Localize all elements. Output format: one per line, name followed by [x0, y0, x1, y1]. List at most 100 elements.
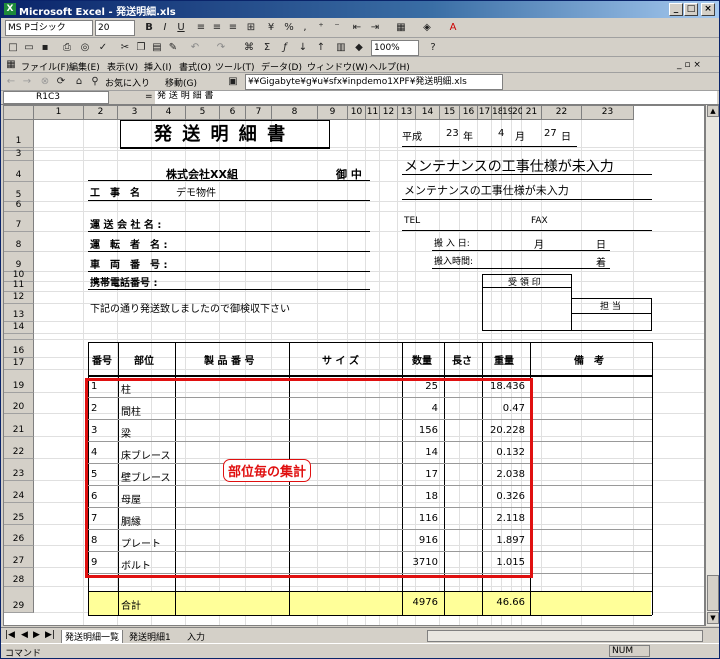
open-icon[interactable]: ▭	[21, 40, 37, 56]
decrease-indent-icon[interactable]: ⇤	[349, 20, 365, 36]
menu-help[interactable]: ヘルプ(H)	[369, 60, 410, 73]
menu-window[interactable]: ウィンドウ(W)	[307, 60, 368, 73]
borders-icon[interactable]: ▦	[393, 20, 409, 36]
decrease-decimal-icon[interactable]: ⁻	[329, 20, 345, 36]
spelling-icon[interactable]: ✓	[95, 40, 111, 56]
col-header-1[interactable]: 1	[34, 106, 84, 120]
col-header-5[interactable]: 5	[186, 106, 220, 120]
fill-color-icon[interactable]: ◈	[419, 20, 435, 36]
help-icon[interactable]: ?	[425, 40, 441, 56]
tab-scroll-last-icon[interactable]: ▶|	[45, 630, 55, 640]
tab-scroll-first-icon[interactable]: |◀	[5, 630, 15, 640]
row-header-7[interactable]: 7	[4, 212, 34, 232]
col-header-18[interactable]: 18	[492, 106, 503, 120]
comma-button[interactable]: ,	[297, 20, 313, 36]
scroll-up-icon[interactable]: ▲	[707, 105, 719, 117]
col-header-14[interactable]: 14	[416, 106, 440, 120]
font-color-icon[interactable]: A	[445, 20, 461, 36]
print-icon[interactable]: ⎙	[59, 40, 75, 56]
col-header-22[interactable]: 22	[542, 106, 582, 120]
col-header-4[interactable]: 4	[152, 106, 186, 120]
menu-tools[interactable]: ツール(T)	[215, 60, 255, 73]
doc-window-controls[interactable]: _ ▫ ×	[677, 60, 701, 70]
minimize-button[interactable]: _	[669, 3, 683, 16]
col-header-17[interactable]: 17	[478, 106, 492, 120]
row-header-8[interactable]: 8	[4, 232, 34, 252]
row-header-16[interactable]: 16	[4, 340, 34, 358]
col-header-20[interactable]: 20	[512, 106, 523, 120]
font-name-select[interactable]: MS Pゴシック	[5, 20, 93, 36]
drawing-icon[interactable]: ◆	[351, 40, 367, 56]
formula-input[interactable]: 発 送 明 細 書	[155, 91, 717, 104]
row-header-19[interactable]: 19	[4, 370, 34, 393]
row-header-12[interactable]: 12	[4, 292, 34, 304]
zoom-select[interactable]: 100%	[371, 40, 419, 56]
row-header-5[interactable]: 5	[4, 182, 34, 202]
col-header-9[interactable]: 9	[318, 106, 348, 120]
row-header-23[interactable]: 23	[4, 459, 34, 481]
print-preview-icon[interactable]: ◎	[77, 40, 93, 56]
menu-view[interactable]: 表示(V)	[107, 60, 138, 73]
currency-icon[interactable]: ¥	[263, 20, 279, 36]
row-header-25[interactable]: 25	[4, 503, 34, 525]
col-header-15[interactable]: 15	[440, 106, 460, 120]
row-header-13[interactable]: 13	[4, 304, 34, 322]
row-header-28[interactable]: 28	[4, 568, 34, 587]
search-icon[interactable]: ⚲	[87, 74, 103, 90]
forward-icon[interactable]: →	[19, 74, 35, 90]
row-header-27[interactable]: 27	[4, 546, 34, 568]
paste-icon[interactable]: ▤	[149, 40, 165, 56]
scroll-thumb[interactable]	[707, 575, 719, 611]
row-header-14[interactable]: 14	[4, 322, 34, 334]
col-header-11[interactable]: 11	[366, 106, 380, 120]
back-icon[interactable]: ←	[3, 74, 19, 90]
row-header-20[interactable]: 20	[4, 393, 34, 414]
col-header-3[interactable]: 3	[118, 106, 152, 120]
row-header-21[interactable]: 21	[4, 414, 34, 437]
increase-decimal-icon[interactable]: ⁺	[313, 20, 329, 36]
row-header-17[interactable]: 17	[4, 358, 34, 370]
sort-desc-icon[interactable]: ↑	[313, 40, 329, 56]
col-header-23[interactable]: 23	[582, 106, 634, 120]
col-header-13[interactable]: 13	[398, 106, 416, 120]
tab-shipping-detail[interactable]: 発送明細1	[129, 630, 171, 643]
horizontal-scrollbar[interactable]	[427, 630, 703, 642]
align-left-icon[interactable]: ≡	[193, 20, 209, 36]
col-header-7[interactable]: 7	[246, 106, 272, 120]
menu-format[interactable]: 書式(O)	[179, 60, 211, 73]
save-icon[interactable]: ▪	[37, 40, 53, 56]
merge-center-icon[interactable]: ⊞	[243, 20, 259, 36]
row-header-4[interactable]: 4	[4, 161, 34, 182]
row-header-1[interactable]: 1	[4, 120, 34, 148]
row-header-22[interactable]: 22	[4, 437, 34, 459]
new-icon[interactable]: □	[5, 40, 21, 56]
excel-app-icon[interactable]: X	[4, 3, 16, 15]
row-header-11[interactable]: 11	[4, 280, 34, 292]
tab-shipping-list[interactable]: 発送明細一覧	[61, 630, 124, 644]
col-header-16[interactable]: 16	[460, 106, 478, 120]
hyperlink-icon[interactable]: ⌘	[241, 40, 257, 56]
col-header-8[interactable]: 8	[272, 106, 318, 120]
home-icon[interactable]: ⌂	[71, 74, 87, 90]
function-icon[interactable]: ƒ	[277, 40, 293, 56]
row-header-6[interactable]: 6	[4, 200, 34, 212]
italic-button[interactable]: I	[157, 20, 173, 36]
col-header-12[interactable]: 12	[380, 106, 398, 120]
format-painter-icon[interactable]: ✎	[165, 40, 181, 56]
row-header-24[interactable]: 24	[4, 481, 34, 503]
maximize-button[interactable]: □	[684, 3, 698, 16]
col-header-2[interactable]: 2	[84, 106, 118, 120]
tab-scroll-next-icon[interactable]: ▶	[33, 630, 40, 640]
underline-button[interactable]: U	[173, 20, 189, 36]
select-all-corner[interactable]	[4, 106, 34, 120]
favorites-button[interactable]: お気に入り	[105, 76, 150, 89]
col-header-19[interactable]: 19	[502, 106, 513, 120]
row-header-3[interactable]: 3	[4, 149, 34, 161]
vertical-scrollbar[interactable]: ▲ ▼	[705, 105, 719, 626]
sort-asc-icon[interactable]: ↓	[295, 40, 311, 56]
row-header-26[interactable]: 26	[4, 525, 34, 546]
scroll-down-icon[interactable]: ▼	[707, 612, 719, 624]
refresh-icon[interactable]: ⟳	[53, 74, 69, 90]
address-input[interactable]: ¥¥Gigabyte¥g¥u¥sfx¥inpdemo1XPF¥発送明細.xls	[245, 74, 503, 90]
goto-button[interactable]: 移動(G)	[165, 76, 197, 89]
